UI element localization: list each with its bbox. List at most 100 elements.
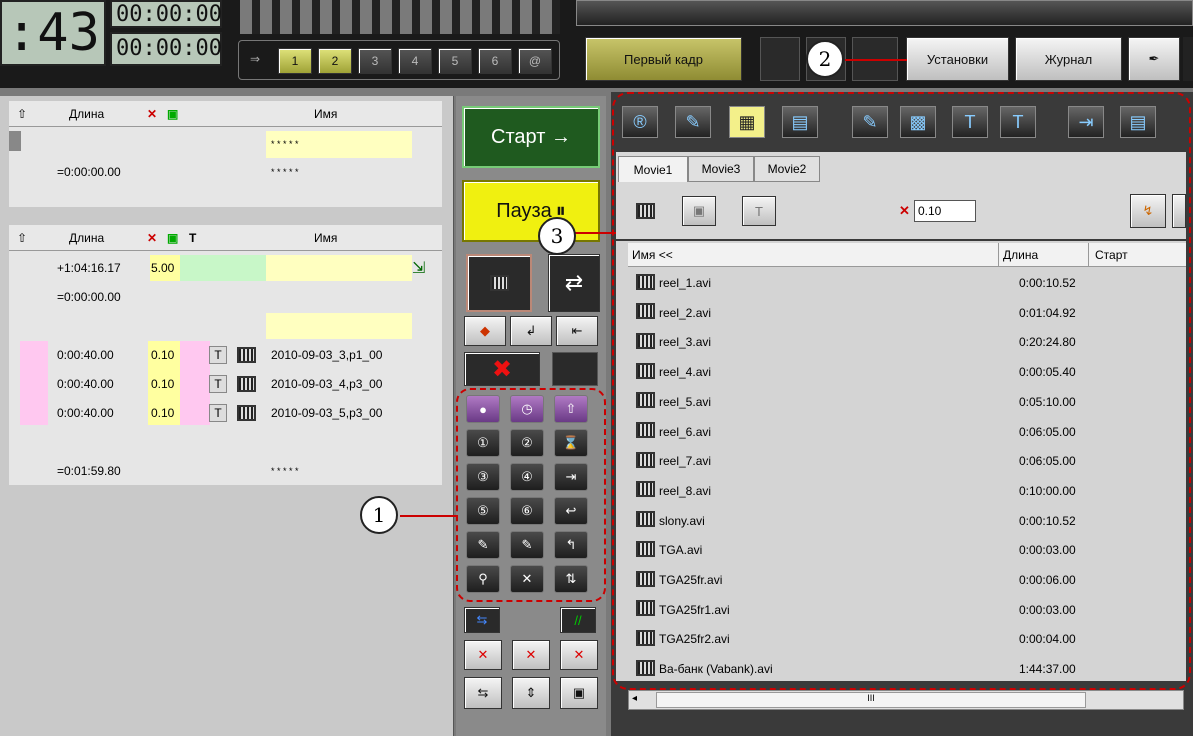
table-row[interactable]: =0:01:59.80 * * * * * bbox=[9, 458, 442, 484]
upload-icon[interactable]: ⇧ bbox=[17, 225, 27, 250]
settings-button[interactable]: Установки bbox=[906, 37, 1009, 81]
table-row[interactable]: =0:00:00.00 bbox=[9, 284, 442, 310]
list-view-button[interactable] bbox=[1172, 194, 1186, 228]
camera-6-button[interactable]: ⑥ bbox=[510, 497, 544, 525]
col-name[interactable]: Имя bbox=[314, 225, 337, 250]
list-item[interactable]: reel_6.avi 0:06:05.00 bbox=[630, 417, 1186, 447]
camera-5-button[interactable]: ⑤ bbox=[466, 497, 500, 525]
channel-button-3[interactable]: 3 bbox=[358, 48, 392, 74]
table-row[interactable]: +1:04:16.17 5.00 bbox=[9, 255, 442, 281]
title-filter-button[interactable]: T bbox=[742, 196, 776, 226]
camera-2-button[interactable]: ② bbox=[510, 429, 544, 457]
col-name[interactable]: Имя bbox=[314, 101, 337, 126]
camera-3-button[interactable]: ③ bbox=[466, 463, 500, 491]
list-item[interactable]: Ва-банк (Vabank).avi 1:44:37.00 bbox=[630, 654, 1186, 684]
delete-clip-button[interactable]: ✕ bbox=[464, 640, 502, 670]
list-item[interactable]: reel_1.avi 0:00:10.52 bbox=[630, 268, 1186, 298]
export-button[interactable]: ⇆ bbox=[464, 677, 502, 709]
skip-back-button[interactable]: ⇤ bbox=[556, 316, 598, 346]
table-row[interactable] bbox=[9, 429, 442, 455]
save-button[interactable]: ▣ bbox=[560, 677, 598, 709]
tab-movie3[interactable]: Movie3 bbox=[688, 156, 754, 182]
list-item[interactable]: TGA.avi 0:00:03.00 bbox=[630, 535, 1186, 565]
list-sort-button[interactable]: ⇅ bbox=[554, 565, 588, 593]
list-item[interactable]: reel_5.avi 0:05:10.00 bbox=[630, 387, 1186, 417]
text-bar-button[interactable]: ▤ bbox=[782, 106, 818, 138]
split-button[interactable]: // bbox=[560, 607, 596, 633]
channel-arrow[interactable]: ⇒ bbox=[250, 52, 260, 66]
film-filter-button[interactable] bbox=[628, 196, 662, 226]
delete-clip-3-button[interactable]: ✕ bbox=[560, 640, 598, 670]
enter-button[interactable]: ⇥ bbox=[554, 463, 588, 491]
film-strip-button[interactable]: ▦ bbox=[729, 106, 765, 138]
speed-input[interactable]: 0.10 bbox=[914, 200, 976, 222]
title-text-button[interactable]: T bbox=[952, 106, 988, 138]
loop-filter-button[interactable]: ▣ bbox=[682, 196, 716, 226]
hourglass-button[interactable]: ⌛ bbox=[554, 429, 588, 457]
blank-button-1[interactable] bbox=[760, 37, 800, 81]
clock-button[interactable]: ◷ bbox=[510, 395, 544, 423]
table-row[interactable]: 0:00:40.00 0.10 2010-09-03_5,p3_00 T bbox=[9, 400, 442, 426]
start-button[interactable]: Старт → bbox=[462, 106, 600, 168]
list-item[interactable]: TGA25fr.avi 0:00:06.00 bbox=[630, 565, 1186, 595]
edit-2-button[interactable]: ✎ bbox=[852, 106, 888, 138]
table-row[interactable]: * * * * * bbox=[9, 131, 442, 157]
channel-button-6[interactable]: 6 bbox=[478, 48, 512, 74]
scroll-left-arrow[interactable]: ◂ bbox=[632, 693, 637, 704]
tab-movie2[interactable]: Movie2 bbox=[754, 156, 820, 182]
col-file-name[interactable]: Имя << bbox=[632, 243, 673, 266]
mic-button[interactable]: ⚲ bbox=[466, 565, 500, 593]
move-down-button[interactable]: ⇆ bbox=[464, 607, 500, 633]
table-row[interactable]: 0:00:40.00 0.10 2010-09-03_3,p1_00 T bbox=[9, 342, 442, 368]
return-button[interactable]: ↲ bbox=[510, 316, 552, 346]
delete-clip-2-button[interactable]: ✕ bbox=[512, 640, 550, 670]
list-item[interactable]: reel_7.avi 0:06:05.00 bbox=[630, 446, 1186, 476]
journal-button[interactable]: Журнал bbox=[1015, 37, 1122, 81]
import-button[interactable]: ⇥ bbox=[1068, 106, 1104, 138]
table-row[interactable]: =0:00:00.00 * * * * * bbox=[9, 159, 442, 185]
camera-1-button[interactable]: ① bbox=[466, 429, 500, 457]
channel-button-5[interactable]: 5 bbox=[438, 48, 472, 74]
camera-4-button[interactable]: ④ bbox=[510, 463, 544, 491]
mic-off-button[interactable]: ✕ bbox=[510, 565, 544, 593]
edit-2-button[interactable]: ✎ bbox=[510, 531, 544, 559]
mosaic-button[interactable]: ▩ bbox=[900, 106, 936, 138]
col-file-length[interactable]: Длина bbox=[998, 243, 1038, 266]
delete-button[interactable]: ✖ bbox=[464, 352, 540, 386]
updown-button[interactable]: ⇕ bbox=[512, 677, 550, 709]
col-length[interactable]: Длина bbox=[69, 225, 104, 250]
col-length[interactable]: Длина bbox=[69, 101, 104, 126]
tab-movie1[interactable]: Movie1 bbox=[618, 156, 688, 182]
upload-icon[interactable]: ⇧ bbox=[17, 101, 27, 126]
channel-button-@[interactable]: @ bbox=[518, 48, 552, 74]
list-item[interactable]: TGA25fr1.avi 0:00:03.00 bbox=[630, 595, 1186, 625]
edit-button[interactable]: ✎ bbox=[675, 106, 711, 138]
title-text-2-button[interactable]: T bbox=[1000, 106, 1036, 138]
list-item[interactable]: TGA25fr2.avi 0:00:04.00 bbox=[630, 624, 1186, 654]
edit-1-button[interactable]: ✎ bbox=[466, 531, 500, 559]
refresh-button[interactable]: ↯ bbox=[1130, 194, 1166, 228]
list-up-button[interactable]: ↰ bbox=[554, 531, 588, 559]
record-button[interactable]: ● bbox=[466, 395, 500, 423]
list-return-button[interactable]: ↩ bbox=[554, 497, 588, 525]
first-frame-button[interactable]: Первый кадр bbox=[585, 37, 742, 81]
document-button[interactable]: ▤ bbox=[1120, 106, 1156, 138]
scroll-thumb[interactable]: III bbox=[656, 692, 1086, 708]
arrow-left-button[interactable]: ◆ bbox=[464, 316, 506, 346]
list-item[interactable]: reel_8.avi 0:10:00.00 bbox=[630, 476, 1186, 506]
list-item[interactable]: reel_4.avi 0:00:05.40 bbox=[630, 357, 1186, 387]
col-file-start[interactable]: Старт bbox=[1088, 243, 1128, 266]
channel-button-2[interactable]: 2 bbox=[318, 48, 352, 74]
up-arrow-button[interactable]: ⇧ bbox=[554, 395, 588, 423]
list-item[interactable]: reel_3.avi 0:20:24.80 bbox=[630, 327, 1186, 357]
table-row[interactable]: 0:00:40.00 0.10 2010-09-03_4,p3_00 T bbox=[9, 371, 442, 397]
channel-button-4[interactable]: 4 bbox=[398, 48, 432, 74]
list-item[interactable]: reel_2.avi 0:01:04.92 bbox=[630, 298, 1186, 328]
blank-control[interactable] bbox=[552, 352, 598, 386]
swap-button[interactable]: ⇄ bbox=[548, 254, 600, 312]
channel-button-1[interactable]: 1 bbox=[278, 48, 312, 74]
film-mode-button[interactable] bbox=[466, 254, 532, 312]
list-item[interactable]: slony.avi 0:00:10.52 bbox=[630, 506, 1186, 536]
pen-tool-button[interactable]: ✒ bbox=[1128, 37, 1180, 81]
register-button[interactable]: ® bbox=[622, 106, 658, 138]
